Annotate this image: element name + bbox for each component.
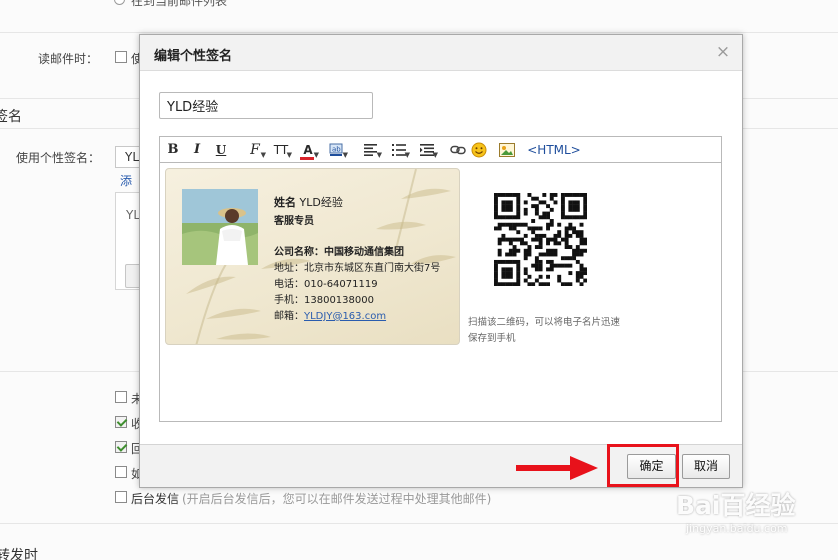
card-phone: 电话：010-64071119: [274, 279, 378, 290]
baidu-jingyan-watermark: Bai百经验 jingyan.baidu.com: [676, 486, 836, 546]
highlight-box: [607, 444, 679, 487]
card-mobile: 手机：13800138000: [274, 295, 374, 306]
align-button[interactable]: ▼: [360, 141, 382, 159]
option-checkbox-1[interactable]: [115, 391, 127, 403]
dialog-title: 编辑个性签名: [154, 49, 233, 64]
async-send-checkbox[interactable]: [115, 491, 127, 503]
chevron-down-icon: ▼: [432, 151, 438, 159]
indent-button[interactable]: ▼: [416, 141, 438, 159]
text-color-icon: A: [303, 143, 313, 157]
signature-editor-area[interactable]: 姓名 YLD经验 客服专员 公司名称：中国移动通信集团 地址：北京市东城区东直门…: [159, 163, 722, 422]
add-signature-link[interactable]: 添: [120, 172, 132, 189]
font-size-button[interactable]: TT ▼: [270, 141, 292, 159]
svg-text:ab: ab: [332, 146, 341, 154]
section-divider: [0, 32, 838, 33]
italic-button[interactable]: I: [190, 141, 204, 159]
chevron-down-icon: ▼: [342, 151, 348, 159]
watermark-sub: jingyan.baidu.com: [686, 522, 788, 535]
signature-select-value: YL: [125, 150, 140, 164]
chevron-down-icon: ▼: [286, 151, 292, 159]
emoji-icon: [471, 142, 487, 158]
close-icon[interactable]: ×: [714, 43, 732, 61]
use-signature-label: 使用个性签名：: [16, 151, 101, 165]
forward-section-title: 转发时: [0, 548, 38, 560]
cancel-button[interactable]: 取消: [682, 454, 730, 479]
font-family-icon: F: [250, 142, 260, 158]
option-checkbox-2[interactable]: [115, 416, 127, 428]
card-name-value: YLD经验: [299, 196, 343, 209]
option-checkbox-3[interactable]: [115, 441, 127, 453]
list-option-radio[interactable]: [114, 0, 125, 5]
async-send-label: 后台发信: [131, 492, 180, 506]
card-name-line: 姓名 YLD经验: [274, 194, 343, 210]
qr-caption: 扫描该二维码，可以将电子名片迅速保存到手机: [468, 317, 621, 344]
chevron-down-icon: ▼: [260, 151, 266, 159]
card-email-line: 邮箱：YLDJY@163.com: [274, 307, 386, 322]
text-color-button[interactable]: A ▼: [297, 141, 319, 160]
underline-button[interactable]: U: [214, 141, 228, 159]
insert-image-button[interactable]: [498, 141, 516, 159]
insert-emoji-button[interactable]: [470, 141, 488, 159]
link-icon: [450, 145, 466, 155]
chevron-down-icon: ▼: [404, 151, 410, 159]
red-arrow-icon: [516, 456, 598, 480]
card-name-label: 姓名: [274, 196, 296, 209]
signature-name-input[interactable]: [159, 92, 373, 119]
signature-preview-text: YL: [126, 208, 141, 222]
chevron-down-icon: ▼: [313, 151, 319, 159]
business-card: 姓名 YLD经验 客服专员 公司名称：中国移动通信集团 地址：北京市东城区东直门…: [165, 168, 460, 345]
chevron-down-icon: ▼: [376, 151, 382, 159]
read-mail-checkbox[interactable]: [115, 51, 127, 63]
profile-photo: [182, 189, 258, 265]
edit-signature-dialog: 编辑个性签名 × B I U F▼ TT▼ A▼ ab ▼ ▼: [139, 34, 743, 488]
html-mode-button[interactable]: <HTML>: [526, 141, 582, 159]
card-position: 客服专员: [274, 216, 314, 227]
card-company: 公司名称：中国移动通信集团: [274, 247, 404, 258]
signature-section-title: 签名: [0, 109, 22, 125]
image-icon: [499, 143, 515, 157]
card-email-label: 邮箱：: [274, 311, 304, 322]
read-mail-label: 读邮件时：: [38, 52, 99, 66]
bold-button[interactable]: B: [166, 141, 180, 159]
qr-code-image: [494, 193, 587, 286]
card-email-link[interactable]: YLDJY@163.com: [304, 311, 386, 322]
dialog-header: 编辑个性签名 ×: [140, 35, 742, 71]
list-button[interactable]: ▼: [388, 141, 410, 159]
watermark-main: Bai百经验: [676, 491, 796, 520]
background-color-button[interactable]: ab ▼: [326, 141, 348, 159]
async-send-hint: (开启后台发信后，您可以在邮件发送过程中处理其他邮件): [182, 492, 492, 506]
top-option-label: 在到当前邮件列表: [131, 0, 228, 8]
option-checkbox-4[interactable]: [115, 466, 127, 478]
card-address: 地址：北京市东城区东直门南大街7号: [274, 263, 441, 274]
font-family-button[interactable]: F ▼: [244, 141, 266, 159]
insert-link-button[interactable]: [449, 141, 467, 159]
editor-toolbar: B I U F ▼ TT ▼ A ▼ ab ▼ ▼ ▼ ▼ <HTML>: [159, 136, 722, 163]
